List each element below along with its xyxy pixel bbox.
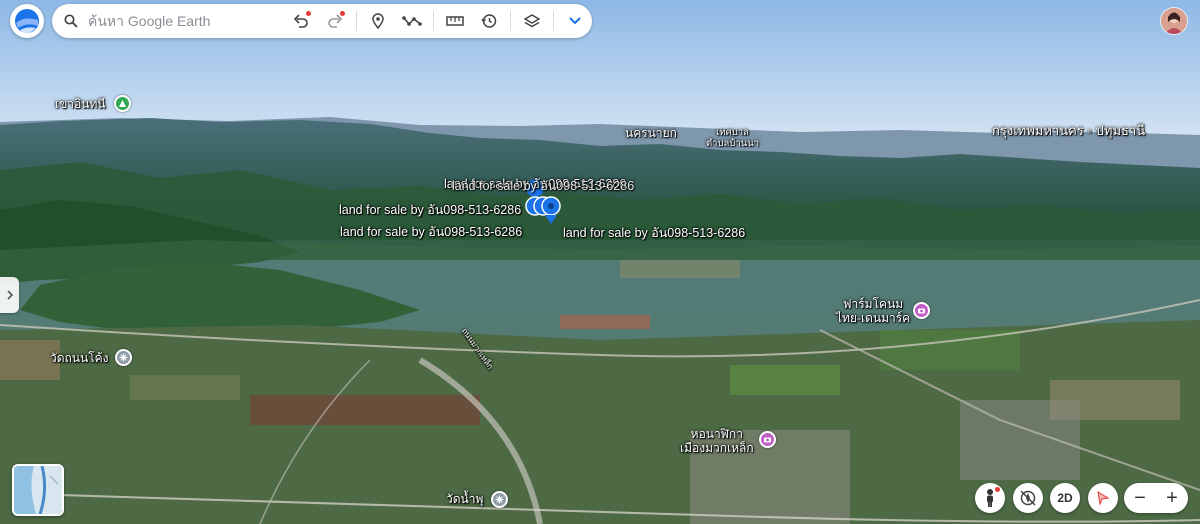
more-tools-button[interactable]	[558, 4, 592, 38]
label-thai-danish-farm[interactable]: ฟาร์มโคนม ไทย-เดนมาร์ค	[836, 297, 910, 325]
label-pathum-thani: ปทุมธานี	[1095, 123, 1146, 138]
historical-imagery-button[interactable]	[472, 4, 506, 38]
redo-indicator-dot	[340, 11, 345, 16]
add-placemark-button[interactable]	[361, 4, 395, 38]
toolbar-divider	[356, 11, 357, 31]
land-sale-label-overlap[interactable]: land for sale by อัน098-513-6286	[452, 179, 634, 193]
zoom-in-button[interactable]: +	[1157, 483, 1187, 513]
toolbar-divider	[433, 11, 434, 31]
bottom-controls: 2D − +	[0, 483, 1200, 513]
user-photo-icon	[1161, 8, 1187, 34]
attraction-poi-icon[interactable]	[759, 431, 776, 448]
pegman-indicator-dot	[995, 487, 1000, 492]
chevron-down-icon	[569, 17, 581, 25]
zoom-out-button[interactable]: −	[1125, 483, 1155, 513]
mountain-poi-icon[interactable]	[114, 95, 131, 112]
label-line: ไทย-เดนมาร์ค	[836, 311, 911, 325]
user-avatar[interactable]	[1161, 8, 1187, 34]
label-line: ตำบลบ้านนา	[706, 138, 760, 149]
chevron-right-icon	[6, 290, 13, 300]
undo-indicator-dot	[306, 11, 311, 16]
toolbar-divider	[553, 11, 554, 31]
label-line: หอนาฬิกา	[690, 427, 743, 441]
undo-button[interactable]	[284, 4, 318, 38]
history-icon	[481, 14, 497, 28]
search-icon[interactable]	[56, 6, 86, 36]
label-bangkok: กรุงเทพมหานคร	[992, 123, 1084, 138]
earth-globe-icon	[15, 9, 39, 33]
toolbar-divider	[510, 11, 511, 31]
zoom-controls: − +	[1124, 483, 1188, 513]
land-sale-label[interactable]: land for sale by อัน098-513-6286	[563, 226, 745, 240]
google-earth-logo[interactable]	[10, 4, 44, 38]
label-muak-lek-clock-tower[interactable]: หอนาฬิกา เมืองมวกเหล็ก	[680, 427, 754, 455]
label-line: ฟาร์มโคนม	[843, 297, 904, 311]
streetview-button[interactable]	[1088, 483, 1118, 513]
streetview-icon	[1097, 491, 1110, 506]
label-line: เทศบาล	[716, 127, 749, 138]
top-toolbar	[52, 4, 592, 38]
label-separator: ◦	[1087, 123, 1093, 138]
search-input[interactable]	[86, 12, 270, 30]
label-nakhon-nayok[interactable]: นครนายก	[625, 126, 677, 140]
pegman-button[interactable]	[975, 483, 1005, 513]
label-line: เมืองมวกเหล็ก	[680, 441, 754, 455]
expand-side-panel-button[interactable]	[0, 277, 19, 313]
label-khao-inthani[interactable]: เขาอินทนี	[55, 97, 106, 111]
search-box[interactable]	[56, 6, 284, 36]
label-wat-thanon-khong[interactable]: วัดถนนโค้ง	[50, 351, 109, 365]
measure-button[interactable]	[438, 4, 472, 38]
path-icon	[402, 16, 422, 26]
placemark-icon	[372, 13, 384, 29]
land-sale-label[interactable]: land for sale by อัน098-513-6286	[339, 203, 521, 217]
redo-button[interactable]	[318, 4, 352, 38]
map-layers-button[interactable]	[515, 4, 549, 38]
label-bangkok-pathum[interactable]: กรุงเทพมหานคร ◦ ปทุมธานี	[992, 124, 1145, 138]
draw-path-button[interactable]	[395, 4, 429, 38]
toggle-2d-button[interactable]: 2D	[1050, 483, 1080, 513]
ruler-icon	[446, 16, 464, 26]
compass-reset-button[interactable]	[1013, 483, 1043, 513]
map-3d-view[interactable]	[0, 0, 1200, 524]
layers-icon	[524, 14, 540, 28]
label-thesaban-ban-na[interactable]: เทศบาล ตำบลบ้านนา	[706, 127, 759, 149]
land-sale-label[interactable]: land for sale by อัน098-513-6286	[340, 225, 522, 239]
compass-reset-icon	[1020, 490, 1036, 506]
attraction-poi-icon[interactable]	[913, 302, 930, 319]
temple-poi-icon[interactable]	[115, 349, 132, 366]
